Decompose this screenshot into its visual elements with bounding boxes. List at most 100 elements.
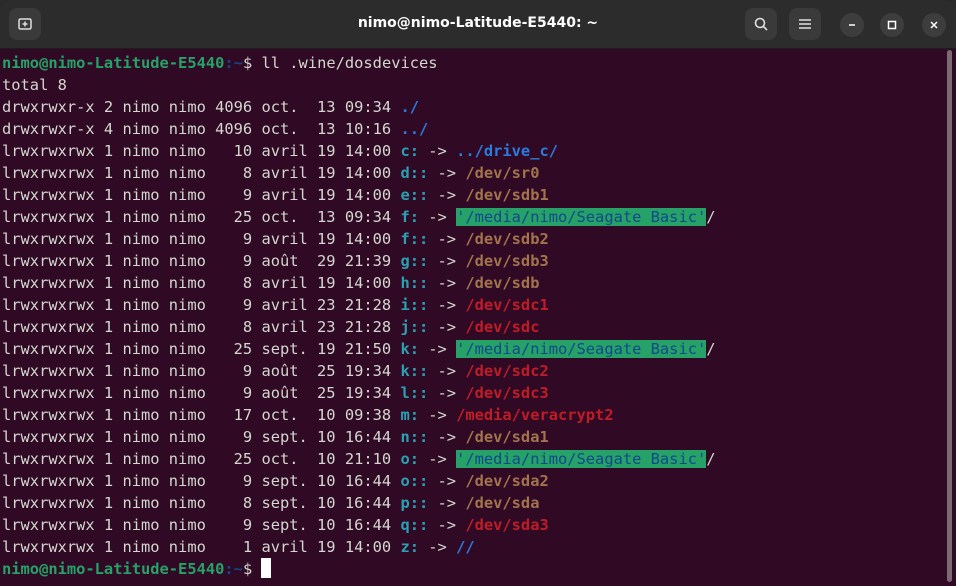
listing-row: lrwxrwxrwx 1 nimo nimo 8 sept. 10 16:44 … <box>2 492 948 514</box>
link-target: /dev/sda1 <box>465 428 549 446</box>
link-target: /dev/sdc1 <box>465 296 549 314</box>
link-arrow: -> <box>418 142 457 160</box>
total-line: total 8 <box>2 76 67 94</box>
link-target: /dev/sda <box>465 494 540 512</box>
close-icon <box>930 21 938 29</box>
entry-name: o:: <box>400 472 429 490</box>
new-tab-icon <box>18 18 32 30</box>
entry-name: e:: <box>400 186 429 204</box>
search-button[interactable] <box>745 8 777 40</box>
entry-name: i:: <box>400 296 429 314</box>
entry-name: c: <box>400 142 419 160</box>
link-arrow: -> <box>428 230 466 248</box>
link-arrow: -> <box>428 186 466 204</box>
row-metadata: drwxrwxr-x 2 nimo nimo 4096 oct. 13 09:3… <box>2 98 401 116</box>
listing-row: lrwxrwxrwx 1 nimo nimo 1 avril 19 14:00 … <box>2 536 948 558</box>
row-metadata: lrwxrwxrwx 1 nimo nimo 25 sept. 19 21:50 <box>2 340 401 358</box>
entry-name: g:: <box>400 252 429 270</box>
prompt-path: :~ <box>224 54 243 72</box>
row-metadata: lrwxrwxrwx 1 nimo nimo 9 avril 19 14:00 <box>2 230 401 248</box>
row-metadata: lrwxrwxrwx 1 nimo nimo 8 avril 19 14:00 <box>2 164 401 182</box>
entry-name: q:: <box>400 516 429 534</box>
terminal-window: nimo@nimo-Latitude-E5440: ~ nimo@nimo-La… <box>0 0 956 586</box>
row-metadata: lrwxrwxrwx 1 nimo nimo 9 août 25 19:34 <box>2 384 401 402</box>
row-metadata: lrwxrwxrwx 1 nimo nimo 25 oct. 10 21:10 <box>2 450 401 468</box>
prompt-user: nimo@nimo-Latitude-E5440 <box>2 560 225 578</box>
listing-row: lrwxrwxrwx 1 nimo nimo 8 avril 19 14:00 … <box>2 162 948 184</box>
link-target: /dev/sdc3 <box>465 384 549 402</box>
link-target: /dev/sda3 <box>465 516 549 534</box>
listing-row: lrwxrwxrwx 1 nimo nimo 17 oct. 10 09:38 … <box>2 404 948 426</box>
highlighted-target: '/media/nimo/Seagate Basic' <box>456 340 707 358</box>
link-arrow: -> <box>418 538 457 556</box>
listing-row: lrwxrwxrwx 1 nimo nimo 25 oct. 10 21:10 … <box>2 448 948 470</box>
minimize-icon <box>849 24 855 26</box>
link-arrow: -> <box>428 164 466 182</box>
entry-name: z: <box>400 538 419 556</box>
text-cursor <box>261 558 272 578</box>
listing-row: lrwxrwxrwx 1 nimo nimo 9 sept. 10 16:44 … <box>2 426 948 448</box>
target-slash: / <box>706 340 716 358</box>
row-metadata: lrwxrwxrwx 1 nimo nimo 10 avril 19 14:00 <box>2 142 401 160</box>
link-target: /dev/sr0 <box>465 164 540 182</box>
listing-row: drwxrwxr-x 4 nimo nimo 4096 oct. 13 10:1… <box>2 118 948 140</box>
maximize-button[interactable] <box>880 13 904 37</box>
listing-row: drwxrwxr-x 2 nimo nimo 4096 oct. 13 09:3… <box>2 96 948 118</box>
link-target: '/media/nimo/Seagate Basic'/ <box>456 450 716 468</box>
listing-row: lrwxrwxrwx 1 nimo nimo 8 avril 23 21:28 … <box>2 316 948 338</box>
highlighted-target: '/media/nimo/Seagate Basic' <box>456 450 707 468</box>
prompt-path: :~ <box>224 560 243 578</box>
link-target: '/media/nimo/Seagate Basic'/ <box>456 208 716 226</box>
link-target: /dev/sdb <box>465 274 540 292</box>
link-arrow: -> <box>428 384 466 402</box>
link-target: /dev/sda2 <box>465 472 549 490</box>
listing-row: lrwxrwxrwx 1 nimo nimo 9 avril 19 14:00 … <box>2 228 948 250</box>
hamburger-menu-icon <box>799 19 811 29</box>
search-icon <box>754 17 768 31</box>
command-text: ll .wine/dosdevices <box>261 54 438 72</box>
listing-row: lrwxrwxrwx 1 nimo nimo 25 sept. 19 21:50… <box>2 338 948 360</box>
listing-row: lrwxrwxrwx 1 nimo nimo 9 sept. 10 16:44 … <box>2 470 948 492</box>
link-arrow: -> <box>428 296 466 314</box>
row-metadata: lrwxrwxrwx 1 nimo nimo 9 sept. 10 16:44 <box>2 516 401 534</box>
menu-button[interactable] <box>789 8 821 40</box>
maximize-icon <box>887 20 897 30</box>
link-target: /dev/sdc2 <box>465 362 549 380</box>
entry-name: p:: <box>400 494 429 512</box>
entry-name: m: <box>400 406 419 424</box>
new-tab-button[interactable] <box>9 8 41 40</box>
entry-name: h:: <box>400 274 429 292</box>
row-metadata: lrwxrwxrwx 1 nimo nimo 8 avril 19 14:00 <box>2 274 401 292</box>
current-prompt-line: nimo@nimo-Latitude-E5440:~$ <box>2 558 948 580</box>
listing-row: lrwxrwxrwx 1 nimo nimo 9 avril 19 14:00 … <box>2 184 948 206</box>
row-metadata: lrwxrwxrwx 1 nimo nimo 9 sept. 10 16:44 <box>2 428 401 446</box>
entry-name: k:: <box>400 362 429 380</box>
link-arrow: -> <box>428 472 466 490</box>
listing-row: lrwxrwxrwx 1 nimo nimo 9 sept. 10 16:44 … <box>2 514 948 536</box>
row-metadata: lrwxrwxrwx 1 nimo nimo 25 oct. 13 09:34 <box>2 208 401 226</box>
row-metadata: drwxrwxr-x 4 nimo nimo 4096 oct. 13 10:1… <box>2 120 401 138</box>
command-line: nimo@nimo-Latitude-E5440:~$ ll .wine/dos… <box>2 52 948 74</box>
link-target: /dev/sdb1 <box>465 186 549 204</box>
link-target: ../drive_c/ <box>456 142 558 160</box>
link-arrow: -> <box>418 406 457 424</box>
listing-row: lrwxrwxrwx 1 nimo nimo 8 avril 19 14:00 … <box>2 272 948 294</box>
entry-name: f:: <box>400 230 429 248</box>
row-metadata: lrwxrwxrwx 1 nimo nimo 9 avril 23 21:28 <box>2 296 401 314</box>
terminal-output[interactable]: nimo@nimo-Latitude-E5440:~$ ll .wine/dos… <box>0 52 948 586</box>
link-target: /dev/sdb3 <box>465 252 549 270</box>
entry-name: l:: <box>400 384 429 402</box>
row-metadata: lrwxrwxrwx 1 nimo nimo 9 avril 19 14:00 <box>2 186 401 204</box>
listing-row: lrwxrwxrwx 1 nimo nimo 9 août 25 19:34 l… <box>2 382 948 404</box>
entry-name: j:: <box>400 318 429 336</box>
close-button[interactable] <box>922 13 946 37</box>
row-metadata: lrwxrwxrwx 1 nimo nimo 9 août 29 21:39 <box>2 252 401 270</box>
row-metadata: lrwxrwxrwx 1 nimo nimo 8 avril 23 21:28 <box>2 318 401 336</box>
listing-row: lrwxrwxrwx 1 nimo nimo 9 avril 23 21:28 … <box>2 294 948 316</box>
listing-row: lrwxrwxrwx 1 nimo nimo 25 oct. 13 09:34 … <box>2 206 948 228</box>
listing-row: lrwxrwxrwx 1 nimo nimo 10 avril 19 14:00… <box>2 140 948 162</box>
link-arrow: -> <box>428 318 466 336</box>
minimize-button[interactable] <box>840 13 864 37</box>
link-arrow: -> <box>428 274 466 292</box>
scrollbar[interactable] <box>947 50 952 582</box>
